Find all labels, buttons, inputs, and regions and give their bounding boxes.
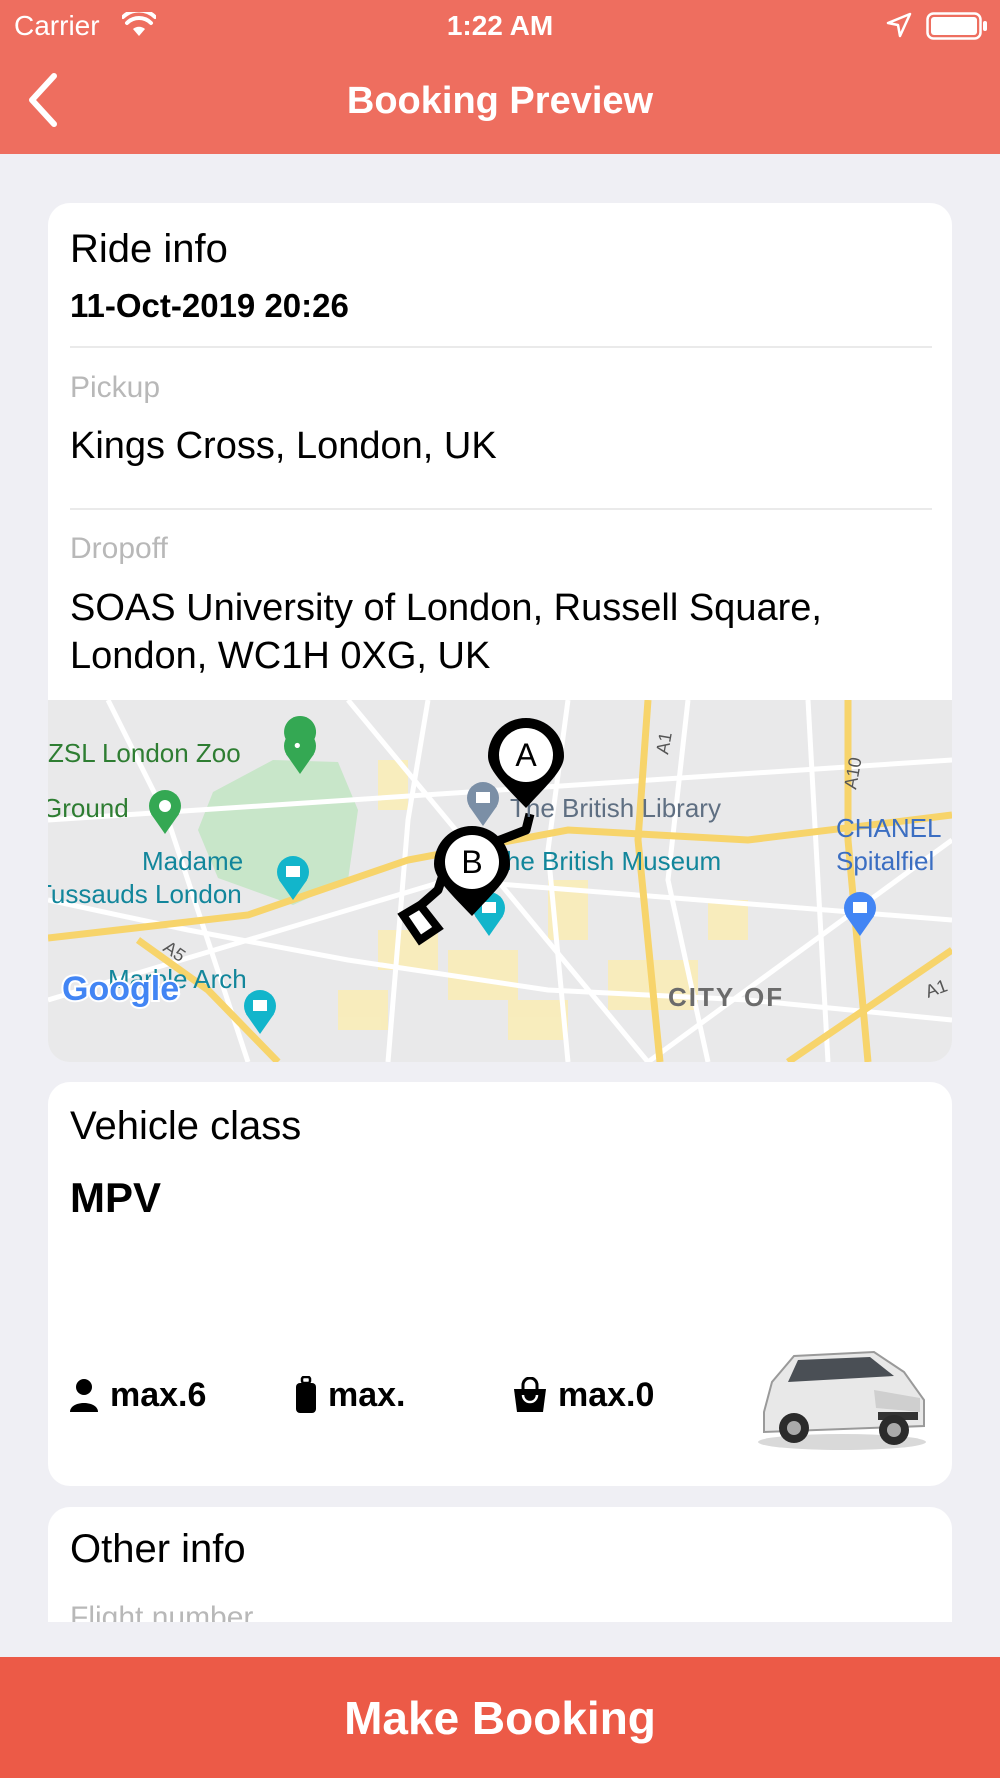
nav-header: Carrier 1:22 AM Booking Preview (0, 0, 1000, 154)
mpv-car-image (758, 1350, 926, 1450)
vehicle-class-card: Vehicle class MPV max.6 max. max.0 (48, 1082, 952, 1486)
map-label-ground: Ground (48, 793, 129, 823)
other-info-heading: Other info (70, 1527, 246, 1571)
map-label-tussauds: Tussauds London (48, 879, 242, 909)
divider (70, 346, 932, 348)
bags-value: max.0 (558, 1375, 655, 1414)
page-title: Booking Preview (346, 80, 654, 122)
passengers-spec: max.6 (68, 1372, 206, 1418)
luggage-spec: max. (294, 1372, 406, 1418)
map-canvas: • ZSL London Zoo Ground Madame Tussauds … (48, 700, 952, 1062)
vehicle-class-heading: Vehicle class (70, 1104, 302, 1148)
ride-info-card: Ride info 11-Oct-2019 20:26 Pickup Kings… (48, 203, 952, 1062)
map-label-madame: Madame (142, 846, 243, 876)
map-road-a1: A1 (652, 731, 676, 756)
map-label-british-library: The British Library (510, 793, 721, 823)
map-label-british-museum: The British Museum (490, 846, 721, 876)
google-logo: Google (60, 968, 181, 1010)
flight-number-label: Flight number (70, 1601, 254, 1622)
dropoff-value: SOAS University of London, Russell Squar… (70, 587, 822, 677)
svg-text:•: • (292, 736, 303, 757)
ride-datetime: 11-Oct-2019 20:26 (70, 287, 349, 324)
person-icon (70, 1379, 98, 1412)
luggage-value: max. (328, 1375, 406, 1414)
pickup-label: Pickup (70, 371, 161, 404)
make-booking-button[interactable]: Make Booking (0, 1657, 1000, 1778)
location-arrow-icon (886, 12, 912, 38)
passengers-value: max.6 (110, 1375, 207, 1414)
route-map[interactable]: • ZSL London Zoo Ground Madame Tussauds … (48, 700, 952, 1062)
battery-icon (926, 12, 987, 40)
pickup-value: Kings Cross, London, UK (70, 425, 497, 467)
ride-info-heading: Ride info (70, 227, 228, 271)
map-label-spitalfields: Spitalfiel (836, 846, 934, 876)
bag-icon (514, 1377, 546, 1412)
status-time: 1:22 AM (446, 10, 554, 41)
dropoff-label: Dropoff (70, 532, 168, 565)
marker-b-label: B (461, 844, 482, 880)
divider (70, 508, 932, 510)
suitcase-icon (296, 1376, 316, 1413)
status-bar: Carrier 1:22 AM (0, 0, 1000, 50)
map-label-city-of: CITY OF (668, 982, 784, 1012)
marker-a-label: A (515, 737, 537, 773)
bags-spec: max.0 (512, 1372, 654, 1418)
map-label-chanel: CHANEL (836, 813, 941, 843)
google-logo-text: Google (62, 970, 179, 1008)
other-info-card: Other info Flight number (48, 1507, 952, 1622)
map-label-zoo: ZSL London Zoo (48, 738, 241, 768)
vehicle-name: MPV (70, 1174, 162, 1221)
